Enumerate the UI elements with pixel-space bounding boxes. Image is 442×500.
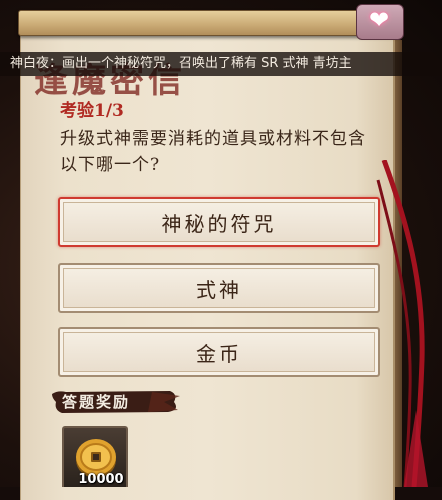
quiz-progress: 考验1/3 xyxy=(60,101,124,121)
answer-option-label: 式神 xyxy=(196,277,242,302)
answer-option-label: 神秘的符咒 xyxy=(161,211,277,236)
heart-icon: ❤ xyxy=(368,6,390,34)
scroll-top-roll xyxy=(18,10,400,36)
red-tassel-cord xyxy=(376,160,428,487)
quiz-question: 升级式神需要消耗的道具或材料不包含以下哪一个? xyxy=(60,129,366,175)
reward-title: 答题奖励 xyxy=(62,393,131,411)
broadcast-text: 神白夜：画出一个神秘符咒，召唤出了稀有 SR 式神 青坊主 xyxy=(10,56,352,71)
answer-option-3[interactable]: 金币 xyxy=(58,327,380,377)
answer-option-label: 金币 xyxy=(196,341,242,366)
answer-option-2[interactable]: 式神 xyxy=(58,263,380,313)
answer-option-1[interactable]: 神秘的符咒 xyxy=(58,197,380,247)
reward-quantity: 10000 xyxy=(78,472,124,487)
